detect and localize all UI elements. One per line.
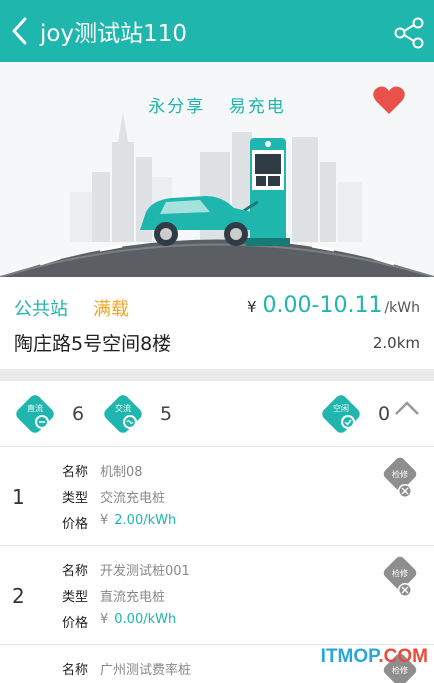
ac-count: 5 <box>160 403 173 425</box>
pile-name-key: 名称 <box>62 564 89 579</box>
pile-name-key: 名称 <box>62 465 89 480</box>
station-price: ¥ 0.00-10.11 /kWh <box>247 293 420 318</box>
currency-symbol: ¥ <box>247 298 257 316</box>
slogan: 永分享 易充电 <box>0 92 434 117</box>
pile-row[interactable]: 1 名称 机制08 类型 交流充电桩 价格 ¥2.00/kWh 检修 <box>0 447 434 546</box>
dc-pile-label: 直流 <box>27 403 43 413</box>
pile-price-row: 价格 ¥0.00/kWh <box>62 612 176 631</box>
idle-pile-label: 空闲 <box>333 403 349 413</box>
station-address: 陶庄路5号空间8楼 <box>14 333 172 355</box>
back-button[interactable] <box>0 0 40 62</box>
pile-price-key: 价格 <box>62 517 89 532</box>
pile-price-key: 价格 <box>62 616 89 631</box>
pile-name-row: 名称 开发测试桩001 <box>62 560 190 579</box>
pile-name-row: 名称 广州测试费率桩 <box>62 659 191 678</box>
watermark: ITMOP.COM <box>321 646 428 668</box>
price-unit: /kWh <box>384 300 420 316</box>
slogan-left: 永分享 <box>148 97 206 117</box>
repair-status-icon: 检修 <box>383 556 417 597</box>
pile-yen: ¥ <box>100 513 109 528</box>
pile-type: 直流充电桩 <box>100 590 166 605</box>
app-header: joy测试站110 <box>0 0 434 62</box>
price-range: 0.00-10.11 <box>262 293 383 318</box>
station-status: 满载 <box>93 299 129 320</box>
pile-name-row: 名称 机制08 <box>62 461 143 480</box>
slogan-right: 易充电 <box>228 97 286 117</box>
section-divider <box>0 369 434 381</box>
pile-price: 0.00/kWh <box>114 612 177 627</box>
watermark-a: ITMOP <box>320 646 379 667</box>
share-icon[interactable] <box>392 16 426 50</box>
pile-type: 交流充电桩 <box>100 491 166 506</box>
pile-name: 机制08 <box>100 465 143 480</box>
pile-type-key: 类型 <box>62 491 89 506</box>
pile-summary: 直流 6 交流 5 空闲 0 <box>0 381 434 447</box>
pile-name: 广州测试费率桩 <box>100 663 192 678</box>
summary-idle[interactable]: 空闲 0 <box>318 391 390 437</box>
station-banner: 永分享 易充电 <box>0 62 434 277</box>
station-info: 公共站 满载 ¥ 0.00-10.11 /kWh 陶庄路5号空间8楼 2.0km <box>0 277 434 369</box>
repair-status-icon: 检修 <box>383 457 417 498</box>
pile-type-key: 类型 <box>62 590 89 605</box>
ac-pile-icon: 交流 <box>104 395 142 433</box>
pile-name: 开发测试桩001 <box>100 564 190 579</box>
pile-row[interactable]: 2 名称 开发测试桩001 类型 直流充电桩 价格 ¥0.00/kWh 检修 <box>0 546 434 645</box>
pile-price: 2.00/kWh <box>114 513 177 528</box>
pile-type-row: 类型 直流充电桩 <box>62 586 165 605</box>
idle-count: 0 <box>378 403 391 425</box>
pile-yen: ¥ <box>100 612 109 627</box>
pile-type-row: 类型 交流充电桩 <box>62 487 165 506</box>
back-arrow-icon <box>12 17 27 45</box>
summary-dc[interactable]: 直流 6 <box>12 391 84 437</box>
pile-price-row: 价格 ¥2.00/kWh <box>62 513 176 532</box>
repair-label: 检修 <box>392 568 408 578</box>
chevron-up-icon[interactable] <box>394 399 420 417</box>
ac-pile-label: 交流 <box>115 403 131 413</box>
station-type: 公共站 <box>14 299 68 320</box>
page-title: joy测试站110 <box>40 21 187 47</box>
dc-pile-icon: 直流 <box>16 395 54 433</box>
pile-number: 1 <box>12 485 25 509</box>
favorite-heart-icon[interactable] <box>372 84 406 116</box>
pile-name-key: 名称 <box>62 663 89 678</box>
watermark-b: .COM <box>378 646 428 667</box>
idle-pile-icon: 空闲 <box>322 395 360 433</box>
summary-ac[interactable]: 交流 5 <box>100 391 172 437</box>
dc-count: 6 <box>72 403 85 425</box>
repair-label: 检修 <box>392 469 408 479</box>
pile-number: 2 <box>12 584 25 608</box>
station-distance: 2.0km <box>372 334 420 352</box>
